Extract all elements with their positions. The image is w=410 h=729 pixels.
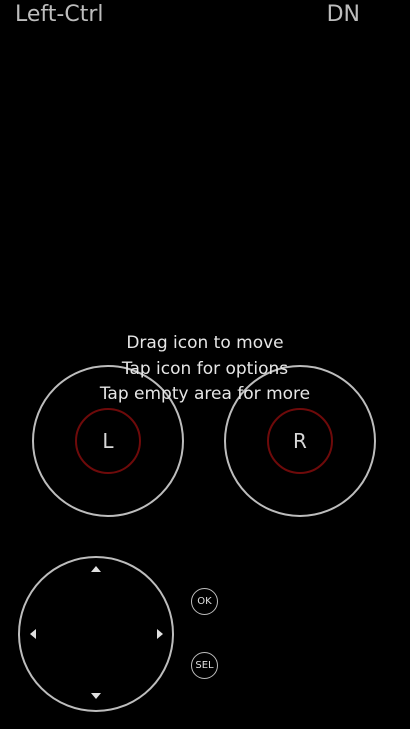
key-label: Left-Ctrl	[15, 2, 104, 27]
hint-line-tap-empty: Tap empty area for more	[99, 384, 311, 404]
arrow-down-icon[interactable]	[91, 693, 101, 699]
arrow-left-icon[interactable]	[30, 629, 36, 639]
arrow-up-icon[interactable]	[91, 566, 101, 572]
ok-button[interactable]: OK	[191, 588, 218, 615]
select-button[interactable]: SEL	[191, 652, 218, 679]
hint-line-tap-icon: Tap icon for options	[121, 358, 289, 379]
left-stick-label: L	[102, 429, 114, 453]
hint-text: Drag icon to move Tap icon for options T…	[0, 331, 410, 408]
key-state-label: DN	[326, 2, 360, 27]
hint-line-drag: Drag icon to move	[126, 333, 284, 353]
right-stick-knob[interactable]: R	[267, 408, 333, 474]
arrow-right-icon[interactable]	[157, 629, 163, 639]
dpad[interactable]	[18, 556, 174, 712]
left-stick-knob[interactable]: L	[75, 408, 141, 474]
right-stick-label: R	[293, 429, 307, 453]
